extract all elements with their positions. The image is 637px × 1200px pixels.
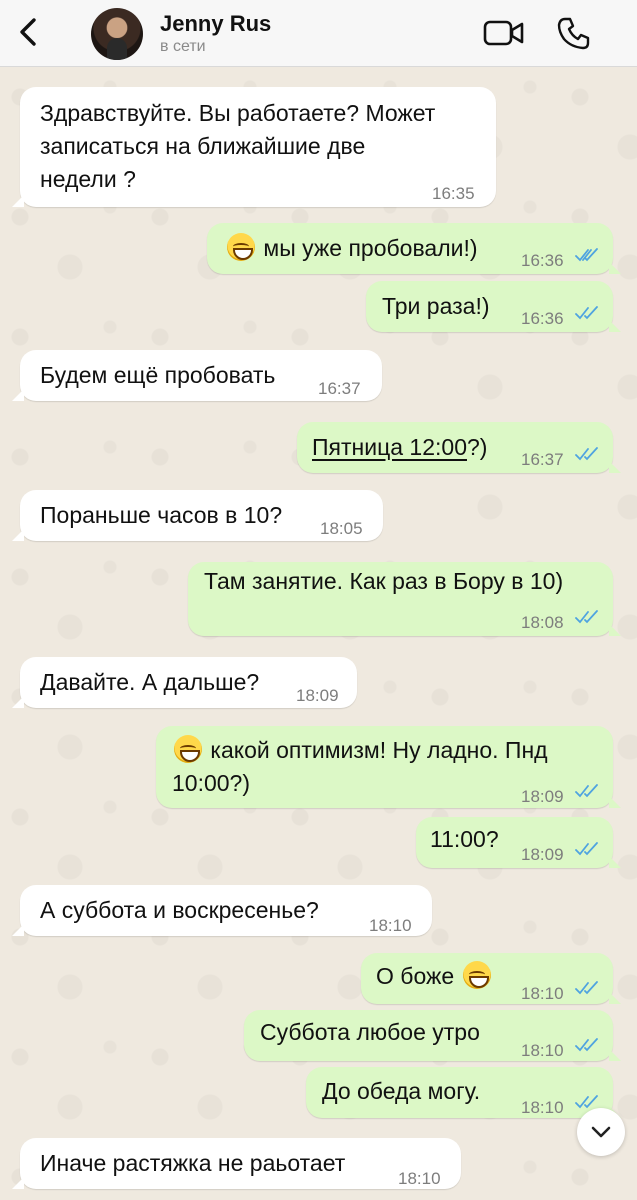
message-time: 18:09 bbox=[521, 787, 564, 806]
message-text: 11:00? bbox=[430, 826, 499, 852]
scroll-to-bottom-button[interactable] bbox=[577, 1108, 625, 1156]
back-button[interactable] bbox=[14, 12, 44, 52]
message-time: 16:36 bbox=[521, 309, 564, 328]
message-bubble[interactable]: Пораньше часов в 10? 18:05 bbox=[12, 490, 383, 541]
double-check-icon bbox=[575, 842, 598, 856]
message-bubble[interactable]: Пятница 12:00?) 16:37 bbox=[297, 422, 621, 473]
message-bubble[interactable]: мы уже пробовали!) 16:36 bbox=[207, 223, 621, 274]
double-check-icon bbox=[575, 981, 598, 995]
message-text: А суббота и воскресенье? bbox=[40, 897, 319, 923]
message-bubble[interactable]: О боже 18:10 bbox=[361, 953, 621, 1004]
double-check-icon bbox=[575, 610, 598, 624]
message-time: 18:10 bbox=[521, 1098, 564, 1117]
message-time: 18:10 bbox=[521, 984, 564, 1003]
message-bubble[interactable]: Суббота любое утро 18:10 bbox=[244, 1010, 621, 1061]
message-text: Три раза!) bbox=[382, 293, 490, 319]
message-text: О боже bbox=[376, 960, 493, 993]
message-bubble[interactable]: Давайте. А дальше? 18:09 bbox=[12, 657, 357, 708]
double-check-icon bbox=[575, 784, 598, 798]
voice-call-button[interactable] bbox=[556, 15, 592, 51]
message-text: Иначе растяжка не раьотает bbox=[40, 1150, 346, 1176]
message-text: Пораньше часов в 10? bbox=[40, 502, 283, 528]
video-call-button[interactable] bbox=[483, 18, 525, 48]
message-text: Будем ещё пробовать bbox=[40, 362, 276, 388]
grinning-face-icon bbox=[174, 735, 202, 763]
message-text: Суббота любое утро bbox=[260, 1019, 480, 1045]
contact-name[interactable]: Jenny Rus bbox=[160, 11, 271, 37]
message-bubble[interactable]: Будем ещё пробовать 16:37 bbox=[12, 350, 382, 401]
message-time: 16:37 bbox=[521, 450, 564, 469]
message-time: 18:05 bbox=[320, 519, 363, 538]
message-bubble[interactable]: какой оптимизм! Ну ладно. Пнд 10:00?) 18… bbox=[156, 726, 621, 808]
message-text: Пятница 12:00?) bbox=[312, 434, 488, 460]
message-time: 16:35 bbox=[432, 184, 475, 203]
message-time: 18:09 bbox=[521, 845, 564, 864]
message-text: До обеда могу. bbox=[322, 1078, 481, 1104]
message-bubble[interactable]: До обеда могу. 18:10 bbox=[306, 1067, 621, 1118]
double-check-icon bbox=[575, 306, 598, 320]
double-check-icon bbox=[575, 248, 598, 262]
chevron-down-icon bbox=[591, 1126, 611, 1138]
message-time: 18:10 bbox=[521, 1041, 564, 1060]
message-time: 16:36 bbox=[521, 251, 564, 270]
date-link[interactable]: Пятница 12:00 bbox=[312, 434, 467, 460]
message-time: 16:37 bbox=[318, 379, 361, 398]
message-bubble[interactable]: А суббота и воскресенье? 18:10 bbox=[12, 885, 432, 936]
message-bubble[interactable]: Иначе растяжка не раьотает 18:10 bbox=[12, 1138, 461, 1189]
message-bubble[interactable]: Три раза!) 16:36 bbox=[366, 281, 621, 332]
message-time: 18:08 bbox=[521, 613, 564, 632]
message-text: мы уже пробовали!) bbox=[225, 232, 478, 265]
double-check-icon bbox=[575, 447, 598, 461]
message-bubble[interactable]: 11:00? 18:09 bbox=[416, 817, 621, 868]
message-bubble[interactable]: Здравствуйте. Вы работаете? Может записа… bbox=[12, 87, 496, 207]
chat-area[interactable]: Здравствуйте. Вы работаете? Может записа… bbox=[0, 67, 637, 1200]
message-text: Здравствуйте. Вы работаете? Может записа… bbox=[40, 100, 436, 192]
phone-icon bbox=[557, 17, 590, 50]
double-check-icon bbox=[575, 1095, 598, 1109]
message-time: 18:10 bbox=[369, 916, 412, 935]
message-text: Давайте. А дальше? bbox=[40, 669, 260, 695]
message-text: Там занятие. Как раз в Бору в 10) bbox=[204, 568, 564, 594]
double-check-icon bbox=[575, 1038, 598, 1052]
chat-header: Jenny Rus в сети bbox=[0, 0, 637, 67]
chevron-left-icon bbox=[20, 18, 36, 46]
message-bubble[interactable]: Там занятие. Как раз в Бору в 10) 18:08 bbox=[188, 562, 621, 636]
grinning-face-icon bbox=[227, 233, 255, 261]
avatar[interactable] bbox=[91, 8, 143, 60]
message-time: 18:10 bbox=[398, 1169, 441, 1188]
message-time: 18:09 bbox=[296, 686, 339, 705]
grinning-face-icon bbox=[462, 961, 491, 989]
online-status: в сети bbox=[160, 38, 206, 55]
video-camera-icon bbox=[483, 20, 524, 46]
